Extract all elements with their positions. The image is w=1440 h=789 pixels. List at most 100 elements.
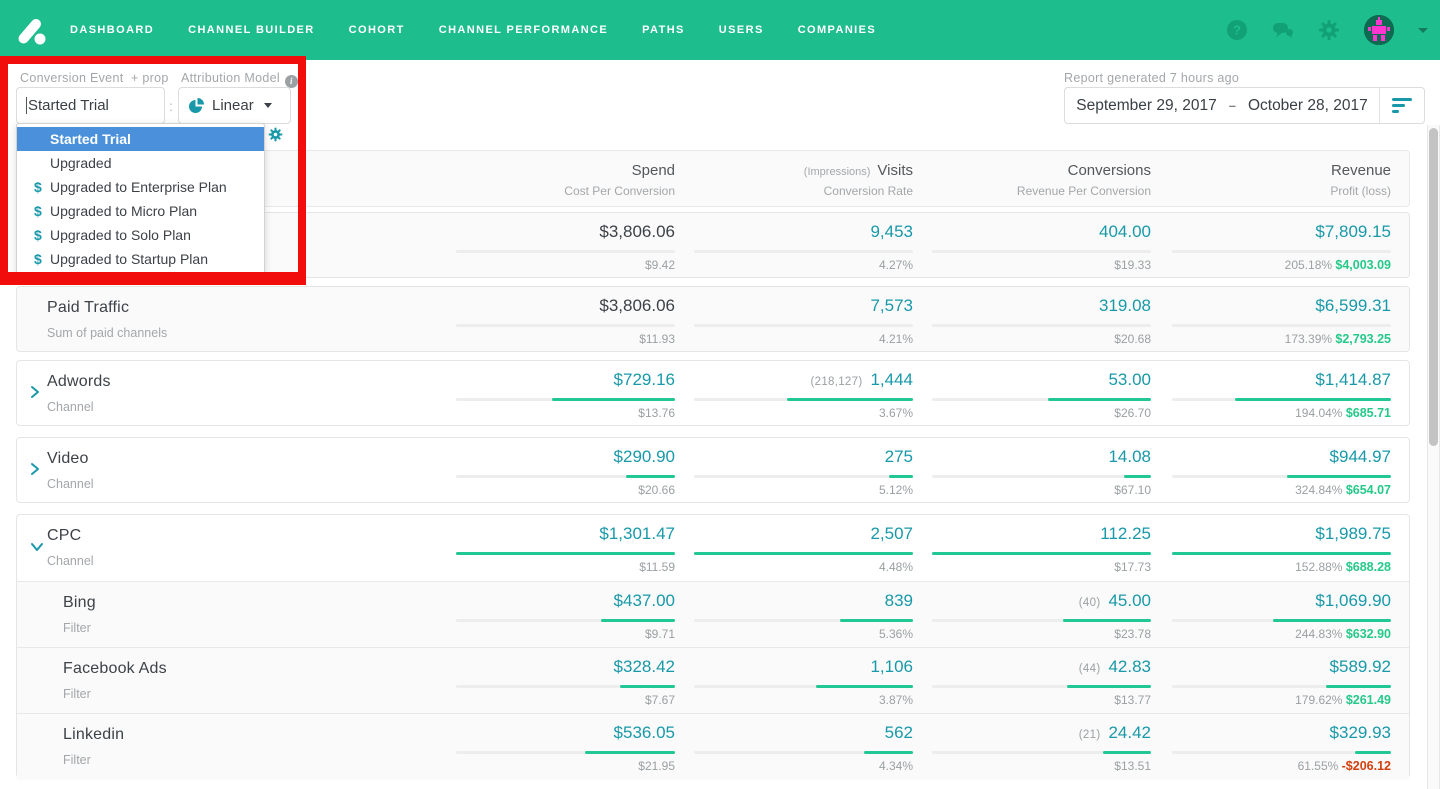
- attribution-model-select[interactable]: Linear: [178, 87, 291, 124]
- column-subheader-visits[interactable]: Conversion Rate: [824, 184, 913, 198]
- conversions-value[interactable]: 112.25: [1100, 524, 1151, 544]
- column-subheader-conversions[interactable]: Revenue Per Conversion: [1017, 184, 1151, 198]
- gear-icon[interactable]: [1318, 19, 1340, 41]
- nav-item-users[interactable]: USERS: [719, 24, 764, 36]
- spend-value[interactable]: $328.42: [614, 657, 675, 677]
- spend-value: $3,806.06: [599, 222, 675, 241]
- text-cursor: [26, 97, 27, 114]
- conversions-value[interactable]: (21) 24.42: [1079, 723, 1151, 743]
- visits-value[interactable]: (218,127) 1,444: [811, 370, 913, 390]
- dropdown-option-upgraded[interactable]: Upgraded: [17, 151, 264, 175]
- spend-subvalue: $11.93: [639, 332, 675, 346]
- conversions-value[interactable]: (40) 45.00: [1079, 591, 1151, 611]
- revenue-value[interactable]: $589.92: [1330, 657, 1391, 677]
- avatar[interactable]: [1364, 15, 1394, 45]
- add-prop-link[interactable]: + prop: [131, 71, 169, 85]
- visits-value[interactable]: 275: [885, 447, 913, 467]
- column-subheader-revenue[interactable]: Profit (loss): [1330, 184, 1391, 198]
- spend-value: $3,806.06: [599, 296, 675, 315]
- spend-cell: $328.42 $7.67: [456, 648, 675, 714]
- nav-item-dashboard[interactable]: DASHBOARD: [70, 24, 154, 36]
- spend-value[interactable]: $536.05: [614, 723, 675, 743]
- value-bar: [932, 552, 1151, 555]
- conversions-value[interactable]: 404.00: [1099, 222, 1151, 242]
- dropdown-option-upgraded-to-solo-plan[interactable]: $ Upgraded to Solo Plan: [17, 223, 264, 247]
- scrollbar-thumb[interactable]: [1429, 128, 1438, 446]
- revenue-value[interactable]: $1,069.90: [1315, 591, 1391, 611]
- column-subheader-spend[interactable]: Cost Per Conversion: [564, 184, 675, 198]
- conversions-subvalue: $23.78: [1114, 627, 1151, 641]
- table-row-paid-traffic: Paid Traffic Sum of paid channels $3,806.0…: [17, 287, 1409, 353]
- account-chevron-down-icon[interactable]: [1418, 27, 1428, 33]
- value-bar: [1067, 685, 1151, 688]
- dropdown-option-started-trial[interactable]: Started Trial: [17, 127, 264, 151]
- expand-chevron-right-icon[interactable]: [30, 462, 40, 481]
- nav-item-channel-performance[interactable]: CHANNEL PERFORMANCE: [439, 24, 608, 36]
- visits-subvalue: 5.12%: [878, 483, 913, 497]
- visits-value[interactable]: 839: [885, 591, 913, 611]
- visits-cell: 7,573 4.21%: [694, 287, 913, 353]
- visits-subvalue: 4.21%: [878, 332, 913, 346]
- visits-value[interactable]: 9,453: [870, 222, 913, 242]
- column-header-conversions: Conversions Revenue Per Conversion: [1016, 162, 1151, 198]
- spend-value[interactable]: $290.90: [614, 447, 675, 467]
- row-title: Adwords: [47, 373, 111, 390]
- visits-value[interactable]: 1,106: [870, 657, 913, 677]
- date-filter-button[interactable]: [1379, 88, 1424, 123]
- conversions-value[interactable]: (44) 42.83: [1079, 657, 1151, 677]
- nav-item-channel-builder[interactable]: CHANNEL BUILDER: [188, 24, 315, 36]
- row-subtitle: Sum of paid channels: [47, 326, 168, 340]
- table-row-facebook-ads: Facebook Ads Filter $328.42 $7.67 1,106 3.87%…: [17, 647, 1409, 714]
- spend-subvalue: $20.66: [638, 483, 675, 497]
- revenue-value[interactable]: $1,989.75: [1315, 524, 1391, 544]
- visits-subvalue: 4.27%: [878, 258, 913, 272]
- conversions-value[interactable]: 14.08: [1108, 447, 1151, 467]
- conversion-event-input[interactable]: Started Trial: [16, 87, 165, 124]
- spend-value[interactable]: $1,301.47: [599, 524, 675, 544]
- conversions-subvalue: $13.77: [1114, 693, 1151, 707]
- revenue-value[interactable]: $7,809.15: [1315, 222, 1391, 242]
- nav-item-paths[interactable]: PATHS: [642, 24, 685, 36]
- dropdown-option-upgraded-to-startup-plan[interactable]: $ Upgraded to Startup Plan: [17, 247, 264, 271]
- revenue-value[interactable]: $329.93: [1330, 723, 1391, 743]
- conversions-subvalue: $67.10: [1114, 483, 1151, 497]
- app-logo-icon[interactable]: [14, 11, 52, 49]
- value-bar: [888, 475, 913, 478]
- row-subtitle: Filter: [63, 687, 91, 701]
- conversions-value[interactable]: 53.00: [1108, 370, 1151, 390]
- date-end: October 28, 2017: [1247, 96, 1368, 114]
- nav-item-cohort[interactable]: COHORT: [349, 24, 405, 36]
- chat-icon[interactable]: [1272, 19, 1294, 41]
- settings-gear-icon[interactable]: [268, 127, 283, 142]
- dropdown-option-upgraded-to-micro-plan[interactable]: $ Upgraded to Micro Plan: [17, 199, 264, 223]
- spend-value[interactable]: $437.00: [614, 591, 675, 611]
- conversions-cell: 14.08 $67.10: [932, 438, 1151, 504]
- spend-subvalue: $11.59: [639, 560, 675, 574]
- conversions-value[interactable]: 319.08: [1099, 296, 1151, 316]
- help-icon[interactable]: ?: [1226, 19, 1248, 41]
- visits-value[interactable]: 2,507: [870, 524, 913, 544]
- expand-chevron-right-icon[interactable]: [30, 385, 40, 404]
- visits-value[interactable]: 7,573: [870, 296, 913, 316]
- dropdown-option-upgraded-to-enterprise-plan[interactable]: $ Upgraded to Enterprise Plan: [17, 175, 264, 199]
- revenue-value[interactable]: $6,599.31: [1315, 296, 1391, 316]
- avatar-robot-image: [1364, 15, 1394, 45]
- conversions-cell: (40) 45.00 $23.78: [932, 582, 1151, 648]
- table-row-bing: Bing Filter $437.00 $9.71 839 5.36% (40) 45.00 $…: [17, 581, 1409, 648]
- nav-item-companies[interactable]: COMPANIES: [798, 24, 876, 36]
- revenue-value[interactable]: $1,414.87: [1315, 370, 1391, 390]
- date-range-text: September 29, 2017 – October 28, 2017: [1065, 97, 1379, 115]
- row-title: Linkedin: [63, 726, 125, 743]
- value-bar: [625, 475, 675, 478]
- row-title: CPC: [47, 527, 82, 544]
- collapse-chevron-down-icon[interactable]: [30, 539, 44, 557]
- spend-value[interactable]: $729.16: [614, 370, 675, 390]
- svg-text:?: ?: [1233, 23, 1241, 38]
- top-nav: DASHBOARD CHANNEL BUILDER COHORT CHANNEL PE…: [0, 0, 1440, 60]
- value-bar: [1273, 619, 1391, 622]
- date-range-picker[interactable]: September 29, 2017 – October 28, 2017: [1064, 87, 1425, 124]
- attribution-model-value: Linear: [212, 97, 254, 114]
- revenue-value[interactable]: $944.97: [1330, 447, 1391, 467]
- spend-subvalue: $9.71: [644, 627, 675, 641]
- visits-value[interactable]: 562: [885, 723, 913, 743]
